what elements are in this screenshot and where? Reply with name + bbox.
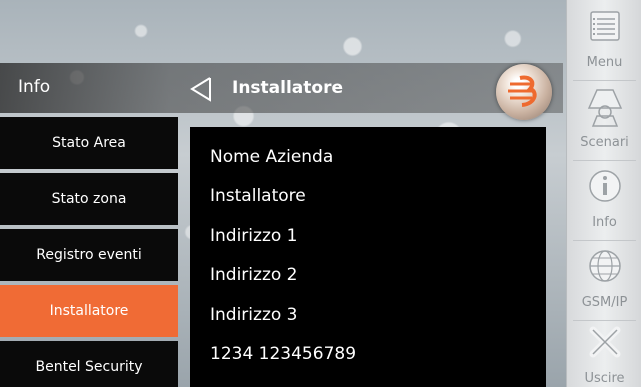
- divider: [573, 240, 636, 241]
- menu-item-registro-eventi[interactable]: Registro eventi: [0, 229, 178, 281]
- menu-item-installatore[interactable]: Installatore: [0, 285, 178, 337]
- address-2-field: Indirizzo 2: [210, 265, 298, 285]
- sidebar-button-info[interactable]: Info: [567, 162, 641, 238]
- menu-item-stato-zona[interactable]: Stato zona: [0, 173, 178, 225]
- address-3-field: Indirizzo 3: [210, 305, 298, 325]
- installer-name-field: Installatore: [210, 186, 306, 206]
- info-icon: [588, 170, 621, 202]
- sidebar-label-uscire: Uscire: [584, 371, 625, 386]
- exit-icon: [589, 326, 620, 358]
- page-title: Installatore: [232, 78, 343, 98]
- left-menu: Stato Area Stato zona Registro eventi In…: [0, 117, 178, 387]
- menu-icon: [589, 11, 620, 41]
- sidebar-button-uscire[interactable]: Uscire: [567, 318, 641, 387]
- back-arrow-icon[interactable]: [186, 74, 216, 104]
- sidebar-label-info: Info: [592, 215, 617, 230]
- scenari-icon: [587, 89, 622, 127]
- right-sidebar: Menu Scenari Info GSM/IP Uscire: [566, 0, 641, 387]
- address-1-field: Indirizzo 1: [210, 226, 298, 246]
- sidebar-button-menu[interactable]: Menu: [567, 2, 641, 78]
- menu-item-bentel-security[interactable]: Bentel Security: [0, 341, 178, 387]
- divider: [573, 80, 636, 81]
- phone-field: 1234 123456789: [210, 344, 357, 364]
- bentel-logo: [496, 64, 552, 120]
- globe-icon: [588, 250, 621, 282]
- sidebar-button-gsm-ip[interactable]: GSM/IP: [567, 242, 641, 318]
- divider: [573, 160, 636, 161]
- screen: Info Installatore Stato Area Stato zona …: [0, 0, 641, 387]
- sidebar-label-scenari: Scenari: [580, 135, 629, 150]
- sidebar-label-gsm-ip: GSM/IP: [581, 295, 628, 310]
- sidebar-label-menu: Menu: [586, 55, 623, 70]
- installer-details-panel: Nome Azienda Installatore Indirizzo 1 In…: [190, 127, 546, 387]
- section-label: Info: [18, 77, 51, 97]
- company-name-field: Nome Azienda: [210, 147, 334, 167]
- sidebar-button-scenari[interactable]: Scenari: [567, 82, 641, 158]
- menu-item-stato-area[interactable]: Stato Area: [0, 117, 178, 169]
